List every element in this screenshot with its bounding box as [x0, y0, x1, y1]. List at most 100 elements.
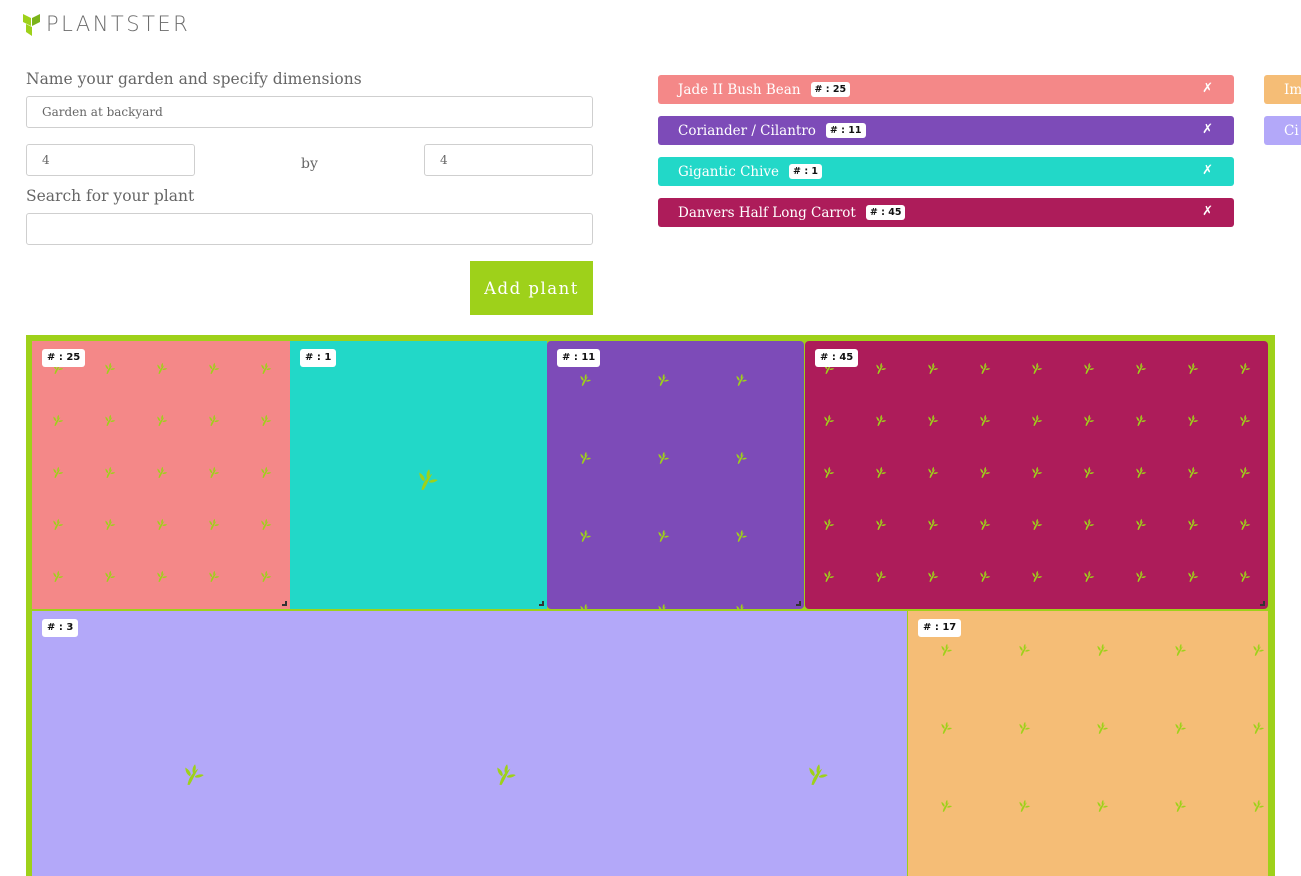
remove-plant-button[interactable]: ✗: [1202, 163, 1213, 178]
sprout-icon: [1134, 464, 1148, 478]
plant-tag-name: Jade II Bush Bean: [678, 81, 801, 98]
sprout-icon: [822, 464, 836, 478]
sprout-icon: [734, 372, 749, 387]
logo[interactable]: PLANTSTER: [22, 8, 190, 36]
sprout-icon: [155, 464, 169, 478]
by-label: by: [301, 156, 318, 172]
sprout-icon: [207, 360, 221, 374]
sprout-icon: [51, 412, 65, 426]
sprout-icon: [1017, 642, 1032, 657]
sprout-icon: [1030, 412, 1044, 426]
sprout-icon: [1017, 798, 1032, 813]
plant-count-badge: # : 45: [815, 349, 859, 367]
add-plant-button[interactable]: Add plant: [470, 261, 593, 315]
remove-plant-button[interactable]: ✗: [1202, 81, 1213, 96]
garden-cell-jade-bean[interactable]: # : 25: [32, 341, 290, 609]
garden-name-label: Name your garden and specify dimensions: [26, 70, 362, 88]
plant-count-badge: # : 25: [810, 81, 851, 98]
sprout-icon: [939, 720, 954, 735]
sprout-icon: [1017, 720, 1032, 735]
garden-cell-lavender[interactable]: # : 3: [32, 611, 907, 876]
sprout-icon: [155, 360, 169, 374]
sprout-icon: [1238, 464, 1252, 478]
sprout-icon: [1095, 798, 1110, 813]
resize-handle[interactable]: [796, 601, 801, 606]
sprout-icon: [734, 528, 749, 543]
sprout-icon: [1082, 412, 1096, 426]
sprout-icon: [207, 516, 221, 530]
sprout-icon: [259, 412, 273, 426]
sprout-icon: [103, 464, 117, 478]
garden-grid: # : 25 # : 1 # : 11 # : 45 # : 3 # : 17: [26, 335, 1275, 876]
sprout-icon: [51, 516, 65, 530]
sprout-icon: [874, 568, 888, 582]
sprout-icon: [978, 516, 992, 530]
sprout-icon: [415, 466, 441, 492]
resize-handle[interactable]: [539, 601, 544, 606]
sprout-icon: [578, 602, 593, 609]
garden-cell-carrot[interactable]: # : 45: [805, 341, 1268, 609]
sprout-icon: [1238, 568, 1252, 582]
sprout-icon: [939, 798, 954, 813]
sprout-icon: [103, 412, 117, 426]
garden-name-input[interactable]: Garden at backyard: [26, 96, 593, 128]
garden-cell-orange[interactable]: # : 17: [908, 611, 1268, 876]
sprout-icon: [926, 360, 940, 374]
sprout-icon: [578, 372, 593, 387]
plant-count-badge: # : 25: [42, 349, 86, 367]
sprout-icon: [181, 761, 207, 787]
plant-tag-overflow-1[interactable]: Im: [1264, 75, 1301, 104]
plant-tag-carrot[interactable]: Danvers Half Long Carrot # : 45 ✗: [658, 198, 1234, 227]
plant-count-badge: # : 1: [300, 349, 337, 367]
plant-tag-name: Danvers Half Long Carrot: [678, 204, 856, 221]
garden-height-input[interactable]: 4: [424, 144, 593, 176]
sprout-icon: [926, 568, 940, 582]
sprout-icon: [1238, 516, 1252, 530]
garden-cell-chive[interactable]: # : 1: [290, 341, 547, 609]
sprout-icon: [939, 642, 954, 657]
resize-handle[interactable]: [282, 601, 287, 606]
sprout-icon: [155, 568, 169, 582]
plant-tag-name: Gigantic Chive: [678, 163, 780, 180]
plant-count-badge: # : 1: [789, 163, 823, 180]
plant-search-input[interactable]: [26, 213, 593, 245]
plant-tag-jade-bean[interactable]: Jade II Bush Bean # : 25 ✗: [658, 75, 1234, 104]
remove-plant-button[interactable]: ✗: [1202, 204, 1213, 219]
sprout-icon: [493, 761, 519, 787]
sprout-icon: [822, 516, 836, 530]
sprout-icon: [1095, 642, 1110, 657]
logo-text: PLANTSTER: [46, 12, 191, 36]
sprout-icon: [656, 528, 671, 543]
sprout-icon: [1173, 720, 1188, 735]
remove-plant-button[interactable]: ✗: [1202, 122, 1213, 137]
sprout-icon: [978, 568, 992, 582]
sprout-icon: [1238, 360, 1252, 374]
sprout-icon: [822, 568, 836, 582]
sprout-icon: [259, 568, 273, 582]
sprout-icon: [1186, 568, 1200, 582]
sprout-icon: [1186, 360, 1200, 374]
garden-cell-coriander[interactable]: # : 11: [547, 341, 804, 609]
sprout-icon: [874, 412, 888, 426]
sprout-icon: [1082, 516, 1096, 530]
sprout-icon: [1251, 720, 1266, 735]
plant-tag-overflow-2[interactable]: Ci: [1264, 116, 1301, 145]
plant-tag-coriander[interactable]: Coriander / Cilantro # : 11 ✗: [658, 116, 1234, 145]
sprout-icon: [978, 464, 992, 478]
plant-count-badge: # : 3: [42, 619, 79, 637]
sprout-icon: [578, 528, 593, 543]
sprout-icon: [103, 360, 117, 374]
sprout-icon: [734, 602, 749, 609]
garden-width-input[interactable]: 4: [26, 144, 195, 176]
resize-handle[interactable]: [1260, 601, 1265, 606]
plant-tag-chive[interactable]: Gigantic Chive # : 1 ✗: [658, 157, 1234, 186]
leaf-logo-icon: [23, 14, 40, 36]
sprout-icon: [578, 450, 593, 465]
plant-tag-name: Ci: [1284, 122, 1299, 139]
sprout-icon: [1030, 568, 1044, 582]
sprout-icon: [1134, 360, 1148, 374]
sprout-icon: [1134, 412, 1148, 426]
sprout-icon: [155, 412, 169, 426]
sprout-icon: [207, 412, 221, 426]
sprout-icon: [656, 372, 671, 387]
